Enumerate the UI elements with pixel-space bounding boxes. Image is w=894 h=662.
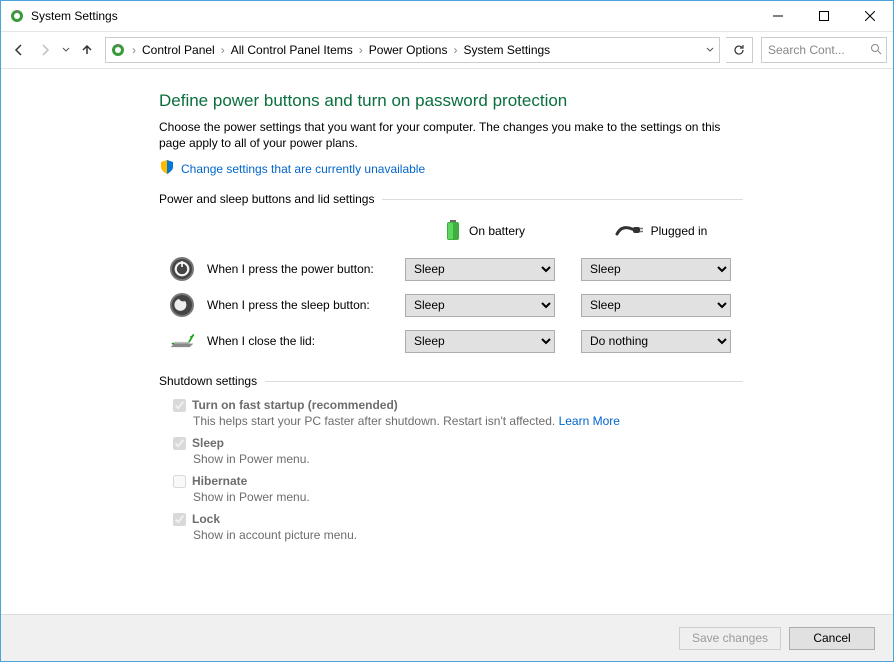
chevron-right-icon[interactable]: › bbox=[130, 43, 138, 57]
page-heading: Define power buttons and turn on passwor… bbox=[159, 91, 743, 111]
page-intro: Choose the power settings that you want … bbox=[159, 119, 743, 151]
system-settings-window: System Settings › Control Panel › All Co… bbox=[0, 0, 894, 662]
window-controls bbox=[755, 1, 893, 31]
shutdown-label: Hibernate bbox=[192, 474, 247, 488]
chevron-right-icon[interactable]: › bbox=[219, 43, 227, 57]
address-dropdown[interactable] bbox=[701, 46, 719, 54]
on-battery-header: On battery bbox=[405, 216, 565, 246]
divider bbox=[265, 381, 743, 382]
breadcrumb-item[interactable]: Control Panel bbox=[138, 43, 219, 57]
shutdown-checkbox-fast[interactable] bbox=[173, 399, 186, 412]
divider bbox=[382, 199, 743, 200]
shutdown-desc: Show in Power menu. bbox=[193, 452, 743, 466]
search-icon bbox=[870, 43, 882, 58]
nav-forward-button[interactable] bbox=[33, 38, 57, 62]
change-unavailable-settings-link[interactable]: Change settings that are currently unava… bbox=[181, 162, 425, 176]
chevron-right-icon[interactable]: › bbox=[357, 43, 365, 57]
save-changes-button[interactable]: Save changes bbox=[679, 627, 781, 650]
navigation-bar: › Control Panel › All Control Panel Item… bbox=[1, 31, 893, 69]
power-button-plugged-in-select[interactable]: Do nothingSleepHibernateShut down bbox=[581, 258, 731, 281]
power-button-row-label: When I press the power button: bbox=[169, 256, 389, 282]
lid-row-label: When I close the lid: bbox=[169, 328, 389, 354]
shutdown-section-header: Shutdown settings bbox=[159, 374, 743, 388]
nav-up-button[interactable] bbox=[75, 38, 99, 62]
power-sleep-section-header: Power and sleep buttons and lid settings bbox=[159, 192, 743, 206]
sleep-button-icon bbox=[169, 292, 195, 318]
nav-history-dropdown[interactable] bbox=[59, 38, 73, 62]
shutdown-item-fast: Turn on fast startup (recommended) This h… bbox=[173, 398, 743, 428]
content-area: Define power buttons and turn on passwor… bbox=[1, 69, 893, 614]
shutdown-item-sleep: Sleep Show in Power menu. bbox=[173, 436, 743, 466]
breadcrumb-item[interactable]: Power Options bbox=[365, 43, 452, 57]
window-title: System Settings bbox=[31, 9, 118, 23]
plugged-in-header: Plugged in bbox=[581, 216, 741, 246]
breadcrumb-item[interactable]: All Control Panel Items bbox=[227, 43, 357, 57]
search-input[interactable] bbox=[766, 42, 848, 58]
power-options-icon bbox=[110, 42, 126, 58]
sleep-button-on-battery-select[interactable]: Do nothingSleepHibernateShut down bbox=[405, 294, 555, 317]
shutdown-checkbox-lock[interactable] bbox=[173, 513, 186, 526]
lid-plugged-in-select[interactable]: Do nothingSleepHibernateShut down bbox=[581, 330, 731, 353]
sleep-button-plugged-in-select[interactable]: Do nothingSleepHibernateShut down bbox=[581, 294, 731, 317]
close-button[interactable] bbox=[847, 1, 893, 31]
power-button-on-battery-select[interactable]: Do nothingSleepHibernateShut down bbox=[405, 258, 555, 281]
address-bar[interactable]: › Control Panel › All Control Panel Item… bbox=[105, 37, 720, 63]
shutdown-label: Turn on fast startup (recommended) bbox=[192, 398, 398, 412]
app-icon bbox=[9, 8, 25, 24]
chevron-right-icon[interactable]: › bbox=[451, 43, 459, 57]
minimize-button[interactable] bbox=[755, 1, 801, 31]
shutdown-desc: Show in account picture menu. bbox=[193, 528, 743, 542]
shutdown-checkbox-sleep[interactable] bbox=[173, 437, 186, 450]
shutdown-desc: This helps start your PC faster after sh… bbox=[193, 414, 743, 428]
learn-more-link[interactable]: Learn More bbox=[559, 414, 620, 428]
shutdown-label: Lock bbox=[192, 512, 220, 526]
shutdown-settings-list: Turn on fast startup (recommended) This h… bbox=[173, 398, 743, 542]
power-settings-grid: On battery Plugged in When I press the p… bbox=[169, 216, 743, 354]
battery-icon bbox=[445, 218, 461, 245]
titlebar: System Settings bbox=[1, 1, 893, 31]
shutdown-checkbox-hib[interactable] bbox=[173, 475, 186, 488]
breadcrumb-item[interactable]: System Settings bbox=[459, 43, 554, 57]
maximize-button[interactable] bbox=[801, 1, 847, 31]
cancel-button[interactable]: Cancel bbox=[789, 627, 875, 650]
shutdown-desc: Show in Power menu. bbox=[193, 490, 743, 504]
shield-icon bbox=[159, 159, 175, 178]
search-box[interactable] bbox=[761, 37, 887, 63]
section-title: Shutdown settings bbox=[159, 374, 257, 388]
shutdown-item-lock: Lock Show in account picture menu. bbox=[173, 512, 743, 542]
dialog-footer: Save changes Cancel bbox=[1, 614, 893, 661]
admin-link-row: Change settings that are currently unava… bbox=[159, 159, 743, 178]
lid-on-battery-select[interactable]: Do nothingSleepHibernateShut down bbox=[405, 330, 555, 353]
shutdown-settings-section: Shutdown settings Turn on fast startup (… bbox=[159, 374, 743, 542]
nav-back-button[interactable] bbox=[7, 38, 31, 62]
shutdown-item-hib: Hibernate Show in Power menu. bbox=[173, 474, 743, 504]
refresh-button[interactable] bbox=[726, 37, 753, 63]
power-button-icon bbox=[169, 256, 195, 282]
laptop-lid-icon bbox=[169, 328, 195, 354]
shutdown-label: Sleep bbox=[192, 436, 224, 450]
plug-icon bbox=[615, 222, 643, 241]
section-title: Power and sleep buttons and lid settings bbox=[159, 192, 374, 206]
sleep-button-row-label: When I press the sleep button: bbox=[169, 292, 389, 318]
